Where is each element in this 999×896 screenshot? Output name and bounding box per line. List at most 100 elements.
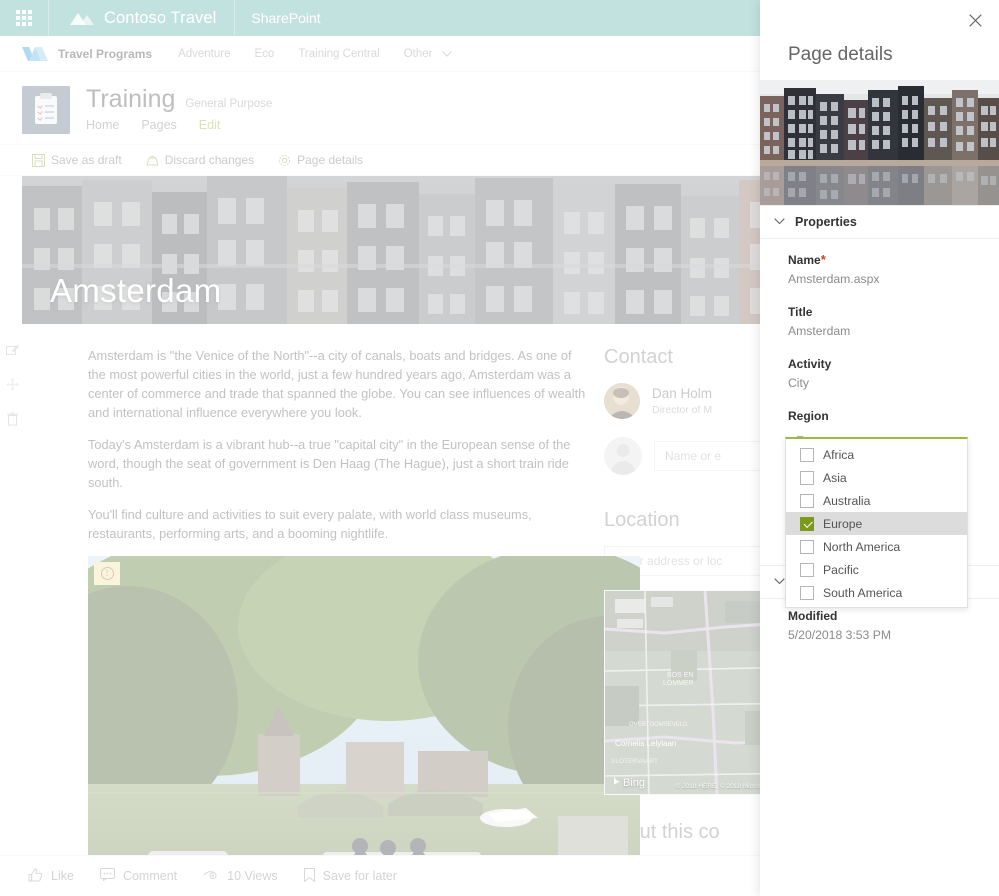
article-paragraph: Today's Amsterdam is a vibrant hub--a tr… [88, 437, 571, 490]
region-option-asia[interactable]: Asia [786, 466, 967, 489]
properties-fields: Name* Amsterdam.aspx Title Amsterdam Act… [760, 239, 999, 608]
nav-item-eco[interactable]: Eco [243, 48, 287, 60]
svg-text:BOS EN: BOS EN [667, 672, 693, 679]
thumbs-up-icon [28, 867, 43, 885]
checkbox-icon[interactable] [800, 585, 814, 600]
modified-value: 5/20/2018 3:53 PM [788, 628, 891, 642]
nav-item-adventure[interactable]: Adventure [166, 48, 242, 60]
region-option-label: Australia [823, 493, 871, 508]
required-asterisk: * [820, 252, 826, 267]
svg-text:Cornelis Lelylaan: Cornelis Lelylaan [615, 739, 676, 748]
contact-text: Dan Holm Director of M [652, 386, 712, 416]
eye-icon [203, 869, 219, 883]
save-for-later-button[interactable]: Save for later [303, 867, 397, 885]
region-option-pacific[interactable]: Pacific [786, 558, 967, 581]
site-link-edit[interactable]: Edit [199, 118, 221, 132]
checkbox-icon[interactable] [800, 562, 814, 577]
hero-title: Amsterdam [50, 272, 222, 309]
region-option-north-america[interactable]: North America [786, 535, 967, 558]
checkbox-icon[interactable] [800, 539, 814, 554]
site-link-home[interactable]: Home [86, 118, 119, 132]
discard-changes-button[interactable]: Discard changes [136, 145, 264, 175]
person-placeholder-icon [604, 437, 642, 475]
main-column: Amsterdam is "the Venice of the North"--… [22, 324, 640, 896]
title-field-value[interactable]: Amsterdam [788, 324, 971, 338]
close-panel-button[interactable] [961, 6, 989, 34]
region-option-label: North America [823, 539, 901, 554]
nav-item-other-label: Other [403, 47, 433, 60]
gear-icon [278, 154, 291, 167]
nav-item-training-central[interactable]: Training Central [286, 48, 391, 60]
views-label: 10 Views [227, 869, 278, 883]
edit-webpart-icon[interactable] [6, 344, 20, 362]
properties-section-header[interactable]: Properties [760, 205, 999, 239]
site-thumbnail [22, 86, 70, 134]
region-option-label: Asia [823, 470, 847, 485]
article-paragraph: You'll find culture and activities to su… [88, 507, 532, 541]
bing-logo: Bing [611, 775, 645, 790]
site-link-pages[interactable]: Pages [141, 118, 176, 132]
nav-item-other[interactable]: Other [392, 48, 464, 60]
activity-field-label: Activity [788, 357, 832, 371]
discard-icon [146, 154, 159, 167]
bing-mark-icon [611, 775, 620, 790]
app-launcher-button[interactable] [0, 0, 48, 36]
name-field-value[interactable]: Amsterdam.aspx [788, 272, 971, 286]
save-icon [32, 153, 45, 167]
region-option-europe[interactable]: Europe [786, 512, 967, 535]
brand-link[interactable]: Contoso Travel [49, 0, 234, 36]
nav-item-travel-programs[interactable]: Travel Programs [58, 47, 166, 61]
chevron-down-icon [774, 216, 785, 228]
save-as-draft-label: Save as draft [51, 153, 122, 167]
page-details-panel: Page details Properties Name* Amsterdam.… [760, 0, 999, 896]
region-option-label: Europe [823, 516, 863, 531]
site-subtitle: General Purpose [185, 98, 273, 110]
comment-icon [99, 868, 115, 884]
waffle-icon [16, 10, 32, 26]
svg-text:OVERTOOMSEVELD: OVERTOOMSEVELD [629, 722, 688, 728]
region-dropdown-options[interactable]: Africa Asia Australia Europe North Ameri… [785, 437, 968, 608]
mountain-logo-icon [69, 10, 95, 26]
contact-role: Director of M [652, 403, 713, 416]
discard-changes-label: Discard changes [164, 153, 255, 167]
image-warning-badge[interactable]: ! [94, 562, 120, 585]
save-as-draft-button[interactable]: Save as draft [22, 145, 132, 175]
svg-text:SLOTERVAART: SLOTERVAART [611, 758, 658, 765]
like-label: Like [51, 869, 74, 883]
modified-label: Modified [788, 609, 838, 623]
sharepoint-link[interactable]: SharePoint [235, 0, 336, 36]
checkbox-icon[interactable] [800, 470, 814, 485]
bing-label: Bing [623, 776, 646, 789]
region-option-south-america[interactable]: South America [786, 581, 967, 604]
site-links: Home Pages Edit [86, 118, 272, 132]
region-option-label: South America [823, 585, 903, 600]
app-root: Contoso Travel SharePoint Travel Program… [0, 0, 999, 896]
image-webpart[interactable]: ! [88, 556, 640, 896]
page-details-label: Page details [297, 153, 364, 167]
save-for-later-label: Save for later [322, 869, 397, 883]
chevron-down-icon [441, 48, 452, 60]
page-details-button[interactable]: Page details [268, 145, 373, 175]
article-paragraph: Amsterdam is "the Venice of the North"--… [88, 348, 586, 420]
move-webpart-icon[interactable] [6, 378, 19, 396]
webpart-toolbar [6, 344, 20, 431]
activity-field-value[interactable]: City [788, 376, 971, 390]
name-field-label: Name* [788, 253, 971, 267]
comment-button[interactable]: Comment [99, 868, 178, 884]
clipboard-icon [35, 93, 57, 124]
bookmark-icon [303, 867, 315, 885]
delete-webpart-icon[interactable] [6, 412, 19, 431]
checkbox-checked-icon[interactable] [800, 516, 814, 531]
avatar [604, 383, 640, 419]
warning-icon: ! [100, 567, 114, 580]
region-option-africa[interactable]: Africa [786, 443, 967, 466]
contact-name: Dan Holm [652, 386, 713, 402]
panel-thumbnail-image [760, 80, 999, 205]
page-title: Training [86, 85, 176, 113]
region-field-label: Region [788, 409, 829, 423]
checkbox-icon[interactable] [800, 447, 814, 462]
like-button[interactable]: Like [28, 867, 74, 885]
checkbox-icon[interactable] [800, 493, 814, 508]
comment-label: Comment [122, 869, 178, 883]
region-option-australia[interactable]: Australia [786, 489, 967, 512]
